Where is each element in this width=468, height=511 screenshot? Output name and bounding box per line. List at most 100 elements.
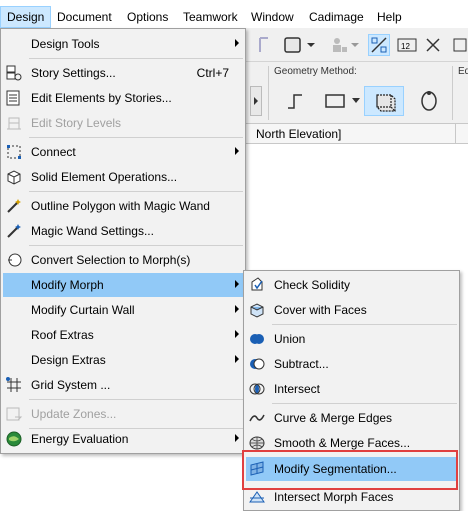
menu-item-label: Intersect — [274, 382, 321, 396]
union-icon — [248, 330, 266, 348]
svg-text:12: 12 — [401, 42, 410, 51]
chevron-down-icon-3[interactable] — [352, 98, 360, 103]
menu-item-label: Energy Evaluation — [31, 432, 129, 446]
menu-item-solid-element-operations[interactable]: Solid Element Operations... — [3, 165, 243, 189]
submenu-arrow-icon — [235, 355, 239, 363]
cover-faces-icon — [248, 301, 266, 319]
dimension-icon[interactable]: 12 — [396, 34, 418, 56]
submenu-item-cover-with-faces[interactable]: Cover with Faces — [246, 298, 457, 322]
menu-separator — [29, 399, 243, 400]
magic-wand-settings-icon — [5, 222, 23, 240]
connect-icon — [5, 143, 23, 161]
menu-document[interactable]: Document — [51, 6, 118, 28]
submenu-item-curve-merge-edges[interactable]: Curve & Merge Edges — [246, 406, 457, 430]
scroll-left-button[interactable] — [250, 86, 262, 116]
tab-divider — [455, 124, 456, 144]
menu-item-story-settings[interactable]: Story Settings... Ctrl+7 — [3, 61, 243, 85]
menu-item-label: Cover with Faces — [274, 303, 367, 317]
menu-item-shortcut: Ctrl+7 — [196, 66, 229, 80]
arrow-tool-icon[interactable] — [254, 34, 276, 56]
menu-item-grid-system[interactable]: Grid System ... — [3, 373, 243, 397]
menu-item-label: Curve & Merge Edges — [274, 411, 393, 425]
snap-guides-icon[interactable] — [368, 34, 390, 56]
lock-person-icon[interactable] — [328, 34, 350, 56]
menu-separator — [29, 137, 243, 138]
menu-item-label: Convert Selection to Morph(s) — [31, 253, 191, 267]
menu-item-magic-wand-settings[interactable]: Magic Wand Settings... — [3, 219, 243, 243]
check-solidity-icon — [248, 276, 266, 294]
edit-elements-icon — [5, 89, 23, 107]
submenu-arrow-icon — [235, 280, 239, 288]
menu-separator — [29, 191, 243, 192]
story-settings-icon — [5, 64, 23, 82]
menu-item-label: Magic Wand Settings... — [31, 224, 154, 238]
menu-item-modify-curtain-wall[interactable]: Modify Curtain Wall — [3, 298, 243, 322]
menu-item-outline-polygon-magic-wand[interactable]: Outline Polygon with Magic Wand — [3, 194, 243, 218]
view-tab-label: North Elevation] — [256, 127, 342, 141]
convert-morph-icon — [5, 251, 23, 269]
submenu-arrow-icon — [235, 305, 239, 313]
menu-item-label: Design Tools — [31, 37, 100, 51]
menu-item-convert-selection-to-morph[interactable]: Convert Selection to Morph(s) — [3, 248, 243, 272]
menu-item-label: Connect — [31, 145, 76, 159]
update-zones-icon — [5, 405, 23, 423]
menu-item-label: Design Extras — [31, 353, 106, 367]
chevron-down-icon[interactable] — [306, 34, 316, 56]
toolbar-divider-2 — [452, 66, 453, 120]
intersect-icon — [248, 380, 266, 398]
menu-item-label: Modify Curtain Wall — [31, 303, 135, 317]
story-levels-icon — [5, 114, 23, 132]
submenu-item-union[interactable]: Union — [246, 327, 457, 351]
menu-design[interactable]: Design — [0, 6, 52, 28]
view-tab[interactable]: North Elevation] — [246, 124, 468, 144]
menu-item-label: Subtract... — [274, 357, 329, 371]
cross-snap-icon[interactable] — [422, 34, 444, 56]
menu-item-label: Outline Polygon with Magic Wand — [31, 199, 210, 213]
chevron-down-icon-2[interactable] — [350, 34, 360, 56]
menu-item-label: Union — [274, 332, 306, 346]
menu-separator — [272, 324, 457, 325]
submenu-item-intersect[interactable]: Intersect — [246, 377, 457, 401]
geometry-polyline-icon[interactable] — [280, 86, 310, 116]
geometry-method-label: Geometry Method: — [274, 66, 357, 77]
menu-item-label: Edit Story Levels — [31, 116, 122, 130]
menu-teamwork[interactable]: Teamwork — [177, 6, 244, 28]
submenu-item-check-solidity[interactable]: Check Solidity — [246, 273, 457, 297]
energy-evaluation-icon — [5, 430, 23, 448]
menu-separator — [29, 58, 243, 59]
menu-item-design-tools[interactable]: Design Tools — [3, 32, 243, 56]
magic-wand-icon — [5, 197, 23, 215]
menu-item-edit-elements-by-stories[interactable]: Edit Elements by Stories... — [3, 86, 243, 110]
menu-item-modify-morph[interactable]: Modify Morph — [3, 273, 243, 297]
menu-help[interactable]: Help — [371, 6, 408, 28]
menu-item-energy-evaluation[interactable]: Energy Evaluation — [3, 427, 243, 451]
submenu-arrow-icon — [235, 39, 239, 47]
main-toolbar: 12 — [246, 28, 468, 62]
marquee-tool-icon[interactable] — [282, 34, 304, 56]
menu-item-design-extras[interactable]: Design Extras — [3, 348, 243, 372]
menu-item-roof-extras[interactable]: Roof Extras — [3, 323, 243, 347]
menu-item-connect[interactable]: Connect — [3, 140, 243, 164]
menu-cadimage[interactable]: Cadimage — [303, 6, 370, 28]
grid-snap-icon[interactable] — [450, 34, 468, 56]
submenu-arrow-icon — [235, 434, 239, 442]
menu-options[interactable]: Options — [121, 6, 174, 28]
menu-window[interactable]: Window — [245, 6, 300, 28]
menu-separator — [29, 245, 243, 246]
menu-item-label: Intersect Morph Faces — [274, 490, 394, 504]
geometry-rectangle-icon[interactable] — [320, 86, 350, 116]
submenu-item-subtract[interactable]: Subtract... — [246, 352, 457, 376]
geometry-box-icon[interactable] — [364, 86, 404, 116]
menu-item-label: Edit Elements by Stories... — [31, 91, 172, 105]
toolbar-clipped-label: Ed — [458, 66, 468, 77]
menu-item-update-zones: Update Zones... — [3, 402, 243, 426]
menu-item-label: Solid Element Operations... — [31, 170, 178, 184]
menu-item-label: Smooth & Merge Faces... — [274, 436, 411, 450]
menu-item-label: Update Zones... — [31, 407, 117, 421]
intersect-morph-faces-icon — [248, 488, 266, 506]
subtract-icon — [248, 355, 266, 373]
geometry-revolve-icon[interactable] — [414, 86, 444, 116]
annotation-highlight-box — [242, 450, 458, 490]
menu-bar: Design Document Options Teamwork Window … — [0, 6, 468, 28]
menu-item-label: Grid System ... — [31, 378, 111, 392]
